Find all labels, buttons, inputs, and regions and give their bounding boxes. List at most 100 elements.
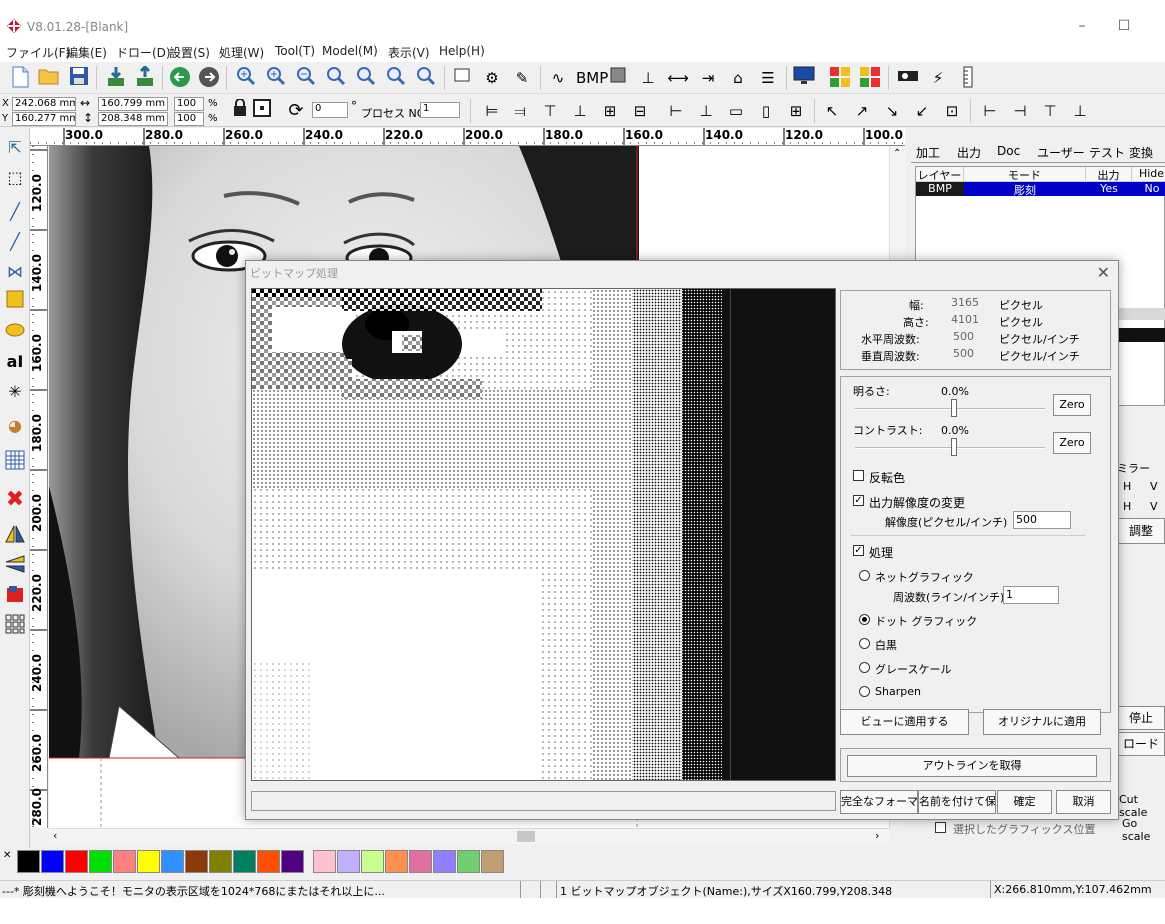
corner-tr-icon[interactable]: ↗ [850, 99, 874, 123]
load-button[interactable]: ロード [1117, 732, 1165, 756]
delete-icon[interactable]: ✖ [3, 488, 27, 512]
line-right-icon[interactable]: ⊣ [1008, 99, 1032, 123]
scroll-right-icon[interactable]: › [875, 829, 879, 842]
width-input[interactable]: 160.799 mm [98, 97, 168, 111]
horizontal-scrollbar[interactable]: ‹ › [49, 828, 889, 844]
menu-process[interactable]: 処理(W) [219, 44, 264, 61]
open-folder-icon[interactable] [37, 66, 61, 90]
line-bottom-icon[interactable]: ⊥ [1068, 99, 1092, 123]
mirror-v-icon[interactable] [3, 554, 27, 578]
go-scale-label[interactable]: Go scale [1122, 817, 1165, 843]
list-icon[interactable]: ☰ [756, 66, 780, 90]
align-top-icon[interactable]: ⊤ [538, 99, 562, 123]
bitmap-preview[interactable] [251, 288, 836, 781]
color-swatch[interactable] [17, 850, 40, 873]
menu-view[interactable]: 表示(V) [388, 44, 430, 61]
zoom-all-icon[interactable] [384, 66, 408, 90]
monitor-icon[interactable] [792, 66, 816, 90]
color-swatch[interactable] [481, 850, 504, 873]
brightness-slider-thumb[interactable] [951, 399, 957, 417]
menu-help[interactable]: Help(H) [439, 44, 485, 58]
ellipse-tool-icon[interactable] [3, 320, 27, 344]
process-checkbox[interactable]: ✓ [853, 545, 864, 556]
save-icon[interactable] [67, 66, 91, 90]
tree-icon[interactable]: ⊥ [636, 66, 660, 90]
align-right-edge-icon[interactable]: ⫤ [508, 99, 532, 123]
same-height-icon[interactable]: ▯ [754, 99, 778, 123]
tab-output[interactable]: 出力 [957, 144, 981, 161]
same-width-icon[interactable]: ▭ [724, 99, 748, 123]
height-input[interactable]: 208.348 mm [98, 112, 168, 126]
color-swatch[interactable] [161, 850, 184, 873]
color-swatch[interactable] [313, 850, 336, 873]
save-as-button[interactable]: 名前を付けて保存 [918, 790, 996, 814]
center-icon[interactable] [250, 99, 274, 123]
cut-scale-label[interactable]: Cut scale [1119, 793, 1165, 819]
align-h-icon[interactable]: ⟷ [666, 66, 690, 90]
mode-bw-radio[interactable] [859, 638, 870, 649]
select-arrow-icon[interactable]: ⇱ [3, 136, 27, 160]
tab-convert[interactable]: 変換 [1129, 144, 1153, 161]
line-top-icon[interactable]: ⊤ [1038, 99, 1062, 123]
dialog-close-button[interactable]: ✕ [1097, 263, 1110, 282]
color-swatch[interactable] [113, 850, 136, 873]
tab-process[interactable]: 加工 [916, 144, 940, 161]
tab-test[interactable]: テスト [1089, 144, 1125, 161]
x-position-input[interactable]: 242.068 mm [12, 97, 76, 111]
zoom-fit-icon[interactable] [354, 66, 378, 90]
bmp-icon[interactable]: BMP [576, 66, 608, 90]
get-outline-button[interactable]: アウトラインを取得 [847, 755, 1097, 777]
brightness-slider[interactable] [855, 408, 1045, 410]
contrast-slider-thumb[interactable] [951, 438, 957, 456]
laser-icon[interactable]: ⚡ [926, 66, 950, 90]
color-swatch[interactable] [361, 850, 384, 873]
pen-icon[interactable]: ✎ [510, 66, 534, 90]
undo-icon[interactable] [168, 66, 192, 90]
align-right-icon[interactable]: ⇥ [696, 66, 720, 90]
contrast-zero-button[interactable]: Zero [1053, 432, 1091, 454]
apply-original-button[interactable]: オリジナルに適用 [983, 709, 1101, 735]
stop-button[interactable]: 停止 [1117, 706, 1165, 730]
frequency-input[interactable]: 1 [1003, 586, 1059, 604]
bezier-tool-icon[interactable]: ⋈ [3, 260, 27, 284]
scale-x-input[interactable]: 100 [174, 97, 204, 111]
ok-button[interactable]: 確定 [997, 790, 1052, 814]
cancel-button[interactable]: 取消 [1056, 790, 1111, 814]
array-icon[interactable] [3, 614, 27, 638]
mirror-h-icon[interactable] [3, 524, 27, 548]
color-swatch[interactable] [257, 850, 280, 873]
node-edit-icon[interactable]: ⬚ [3, 166, 27, 190]
menu-model[interactable]: Model(M) [322, 44, 378, 58]
invert-checkbox[interactable] [853, 470, 864, 481]
mode-net-radio[interactable] [859, 570, 870, 581]
zoom-plus-icon[interactable] [264, 66, 288, 90]
scroll-up-icon[interactable]: ⌃ [893, 148, 901, 159]
no-color-icon[interactable]: ✕ [3, 850, 11, 861]
tab-doc[interactable]: Doc [997, 144, 1020, 158]
menu-draw[interactable]: ドロー(D) [116, 44, 171, 61]
contrast-slider[interactable] [855, 447, 1045, 449]
color-swatch[interactable] [233, 850, 256, 873]
space-h-icon[interactable]: ⊢ [664, 99, 688, 123]
space-v-icon[interactable]: ⊥ [694, 99, 718, 123]
apply-view-button[interactable]: ビューに適用する [840, 709, 969, 735]
menu-settings[interactable]: 設置(S) [169, 44, 210, 61]
curve-icon[interactable]: ∿ [546, 66, 570, 90]
mode-dot-radio[interactable] [859, 614, 870, 625]
rotate-input[interactable]: 0 [312, 102, 348, 118]
brightness-zero-button[interactable]: Zero [1053, 394, 1091, 416]
adjust-button[interactable]: 調整 [1117, 518, 1165, 544]
color-swatch[interactable] [41, 850, 64, 873]
mode-gray-radio[interactable] [859, 662, 870, 673]
corner-tl-icon[interactable]: ↖ [820, 99, 844, 123]
engrave-icon[interactable]: ⌂ [726, 66, 750, 90]
text-tool-icon[interactable]: aI [3, 350, 27, 374]
star-tool-icon[interactable]: ✳ [3, 380, 27, 404]
process-no-input[interactable]: 1 [420, 102, 460, 118]
node-icon[interactable]: ⚙ [480, 66, 504, 90]
mode-sharpen-radio[interactable] [859, 686, 870, 697]
color-swatch[interactable] [137, 850, 160, 873]
grid-tool-icon[interactable] [3, 450, 27, 474]
new-file-icon[interactable] [8, 66, 32, 90]
maximize-button[interactable]: ☐ [1104, 14, 1144, 38]
